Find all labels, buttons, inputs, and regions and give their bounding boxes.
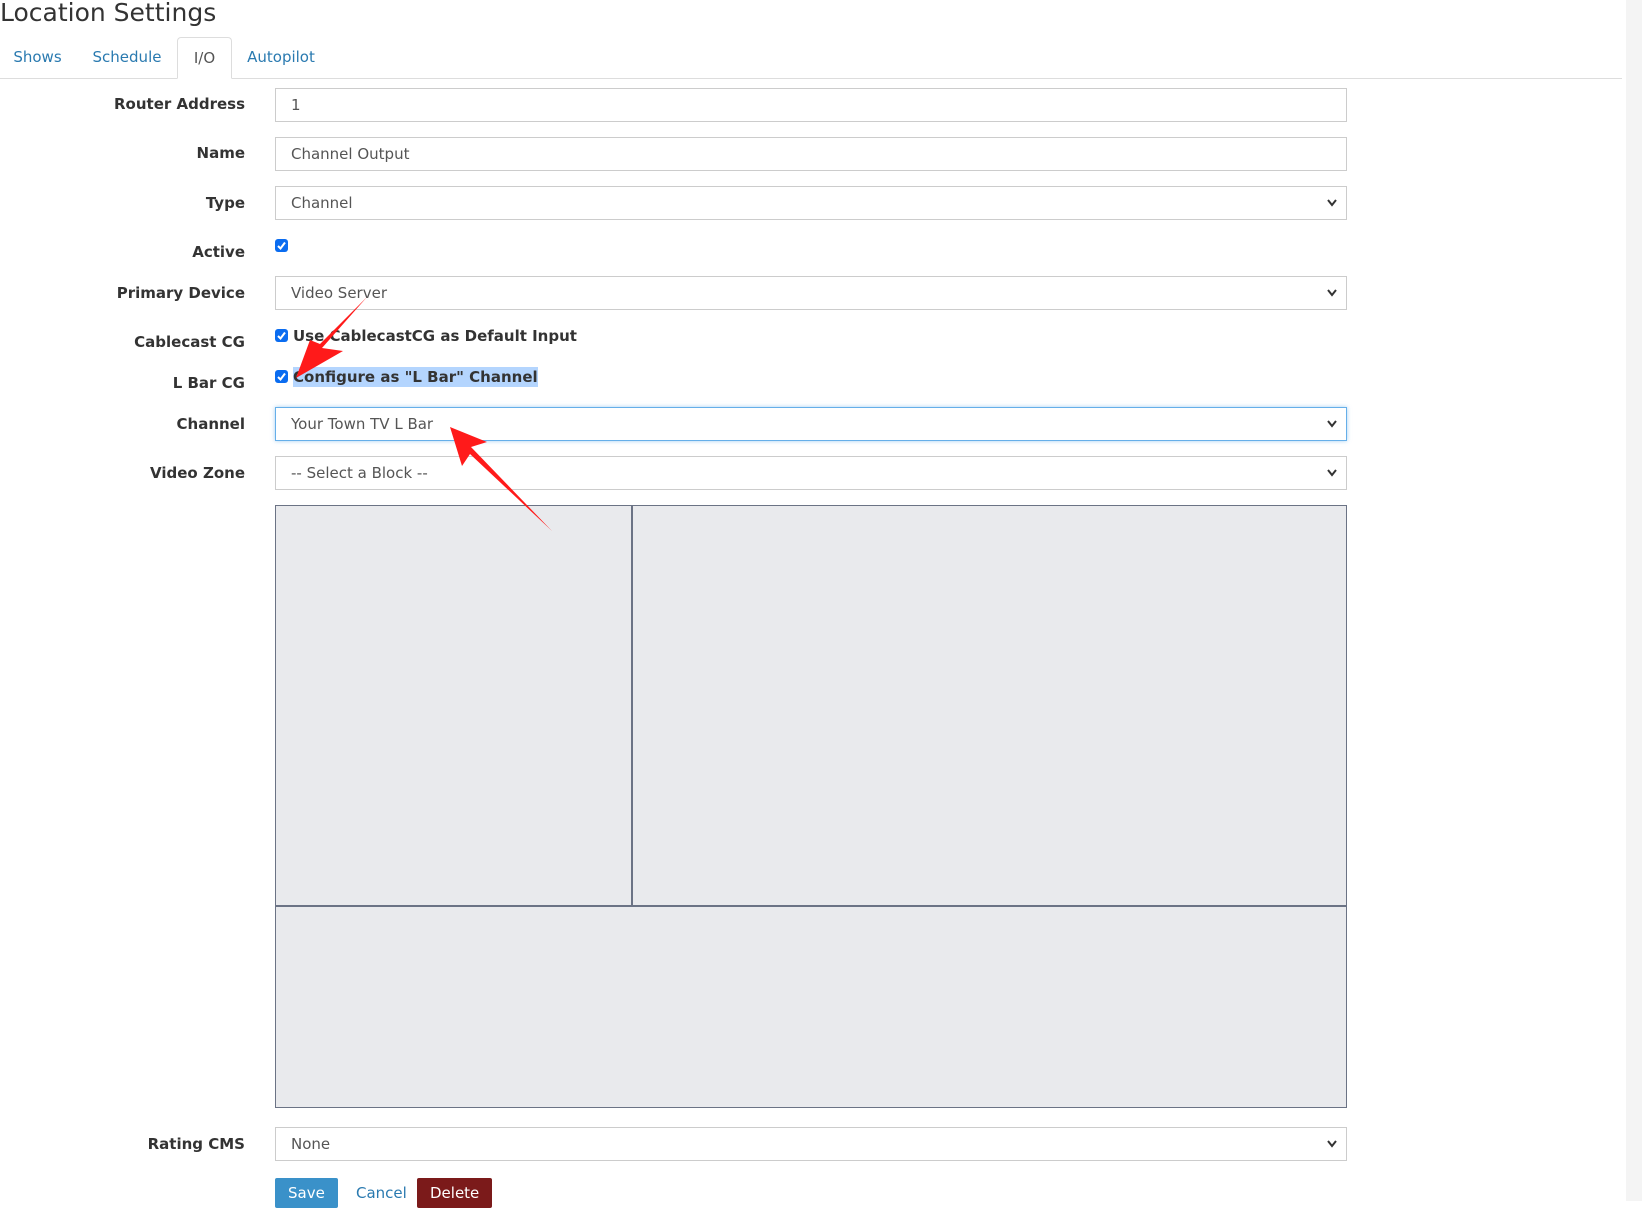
video-zone-select-value: -- Select a Block -- — [291, 464, 428, 482]
router-address-label: Router Address — [113, 95, 245, 113]
chevron-down-icon — [1327, 1140, 1337, 1148]
type-label: Type — [205, 194, 245, 212]
scrollbar[interactable] — [1626, 0, 1642, 1201]
primary-device-value: Video Server — [291, 284, 387, 302]
video-zone-select[interactable]: -- Select a Block -- — [275, 456, 1347, 490]
video-zone-label: Video Zone — [150, 464, 245, 482]
name-input[interactable]: Channel Output — [275, 137, 1347, 171]
rating-cms-select[interactable]: None — [275, 1127, 1347, 1161]
cablecast-cg-label: Cablecast CG — [134, 333, 245, 351]
active-label: Active — [192, 243, 245, 261]
tab-schedule[interactable]: Schedule — [81, 37, 173, 77]
tab-autopilot[interactable]: Autopilot — [238, 37, 324, 77]
chevron-down-icon — [1327, 199, 1337, 207]
tab-bar: Shows Schedule I/O Autopilot — [0, 37, 1622, 79]
zone-bottom-block[interactable] — [276, 907, 1346, 1107]
channel-select-value: Your Town TV L Bar — [291, 415, 434, 433]
lbar-cg-label: L Bar CG — [172, 374, 245, 392]
check-icon — [277, 372, 286, 382]
page-title: Location Settings — [0, 0, 217, 27]
name-label: Name — [196, 144, 245, 162]
save-button[interactable]: Save — [275, 1178, 338, 1208]
primary-device-select[interactable]: Video Server — [275, 276, 1347, 310]
cablecast-cg-checkbox[interactable] — [275, 329, 288, 342]
channel-label: Channel — [176, 415, 245, 433]
chevron-down-icon — [1327, 289, 1337, 297]
type-select[interactable]: Channel — [275, 186, 1347, 220]
lbar-cg-text[interactable]: Configure as "L Bar" Channel — [293, 367, 538, 387]
rating-cms-label: Rating CMS — [147, 1135, 245, 1153]
chevron-down-icon — [1327, 420, 1337, 428]
type-select-value: Channel — [291, 194, 353, 212]
cablecast-cg-text[interactable]: Use CablecastCG as Default Input — [293, 326, 577, 346]
cancel-button[interactable]: Cancel — [343, 1178, 420, 1208]
chevron-down-icon — [1327, 469, 1337, 477]
zone-left-block[interactable] — [276, 506, 633, 907]
lbar-zone-layout — [275, 505, 1347, 1108]
rating-cms-select-value: None — [291, 1135, 331, 1153]
channel-select[interactable]: Your Town TV L Bar — [275, 407, 1347, 441]
check-icon — [277, 241, 286, 251]
zone-video-block[interactable] — [633, 506, 1346, 907]
check-icon — [277, 331, 286, 341]
active-checkbox[interactable] — [275, 239, 288, 252]
router-address-input[interactable]: 1 — [275, 88, 1347, 122]
tab-shows[interactable]: Shows — [0, 37, 75, 77]
tab-io[interactable]: I/O — [177, 37, 232, 79]
primary-device-label: Primary Device — [116, 284, 245, 302]
delete-button[interactable]: Delete — [417, 1178, 493, 1208]
lbar-cg-checkbox[interactable] — [275, 370, 288, 383]
